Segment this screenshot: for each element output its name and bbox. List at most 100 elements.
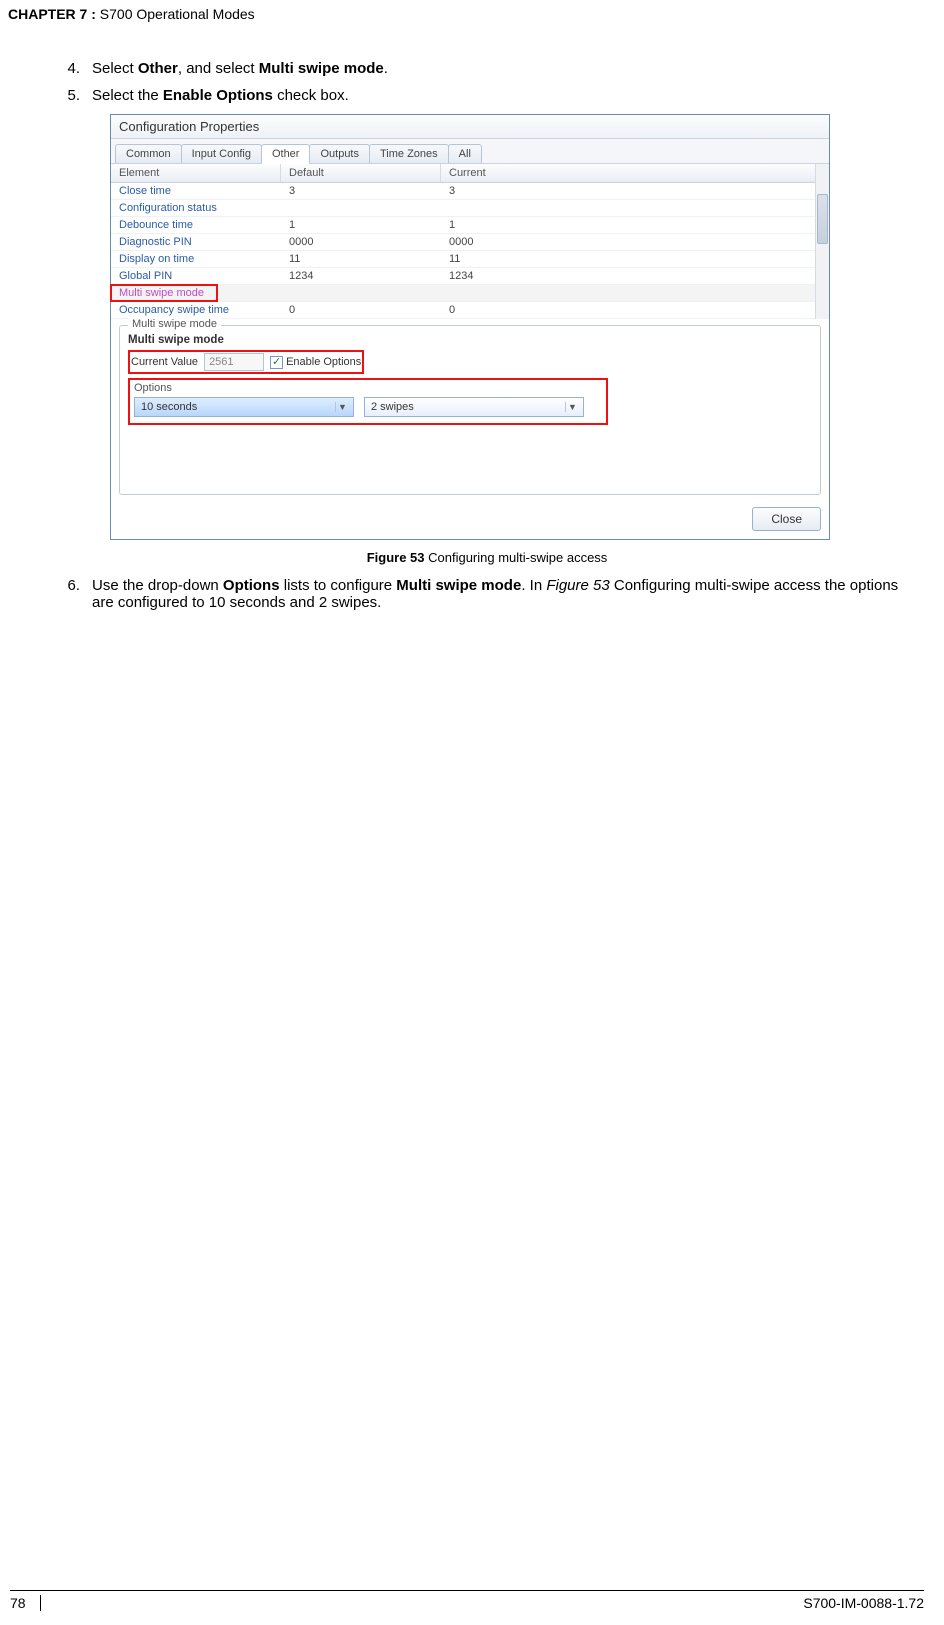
chapter-title: S700 Operational Modes: [96, 6, 255, 22]
options-legend: Options: [134, 382, 172, 394]
cell-default: 0: [281, 302, 441, 318]
options-row: 10 seconds ▼ 2 swipes ▼: [134, 397, 602, 417]
step-number: 5.: [60, 87, 92, 104]
page-header: CHAPTER 7 : S700 Operational Modes: [8, 6, 255, 22]
cell-current: 1234: [441, 268, 829, 284]
text-bold: Multi swipe mode: [259, 60, 384, 77]
step-text: Select the Enable Options check box.: [92, 87, 914, 104]
figure-caption: Figure 53 Configuring multi-swipe access: [60, 550, 914, 565]
cell-current: 0000: [441, 234, 829, 250]
cell-current: 0: [441, 302, 829, 318]
select-value: 2 swipes: [371, 401, 414, 413]
tab-time-zones[interactable]: Time Zones: [369, 144, 449, 163]
tab-outputs[interactable]: Outputs: [309, 144, 370, 163]
tab-common[interactable]: Common: [115, 144, 182, 163]
table-row[interactable]: Debounce time 1 1: [111, 217, 829, 234]
cell-element: Diagnostic PIN: [111, 234, 281, 250]
cell-default: 1234: [281, 268, 441, 284]
col-current[interactable]: Current: [441, 164, 829, 182]
option-swipes-select[interactable]: 2 swipes ▼: [364, 397, 584, 417]
cell-element: Display on time: [111, 251, 281, 267]
table-row[interactable]: Close time 3 3: [111, 183, 829, 200]
tab-input-config[interactable]: Input Config: [181, 144, 262, 163]
cell-current: [441, 200, 829, 216]
panel-legend: Multi swipe mode: [128, 318, 221, 330]
content: 4. Select Other, and select Multi swipe …: [60, 60, 914, 621]
cell-element: Occupancy swipe time: [111, 302, 281, 318]
table-row-selected[interactable]: Multi swipe mode: [111, 285, 829, 302]
scrollbar[interactable]: [815, 164, 829, 319]
text: Select: [92, 60, 138, 77]
col-default[interactable]: Default: [281, 164, 441, 182]
step-number: 6.: [60, 577, 92, 611]
cell-element: Debounce time: [111, 217, 281, 233]
text: , and select: [178, 60, 259, 77]
cell-element: Global PIN: [111, 268, 281, 284]
table-row[interactable]: Global PIN 1234 1234: [111, 268, 829, 285]
step-text: Select Other, and select Multi swipe mod…: [92, 60, 914, 77]
current-value-row: Current Value ✓ Enable Options: [131, 353, 361, 371]
window-footer: Close: [111, 501, 829, 539]
step-5: 5. Select the Enable Options check box.: [60, 87, 914, 104]
text: Select the: [92, 87, 163, 104]
text: check box.: [273, 87, 349, 104]
option-seconds-select[interactable]: 10 seconds ▼: [134, 397, 354, 417]
text: lists to configure: [280, 577, 397, 594]
figure-number: Figure 53: [367, 550, 425, 565]
enable-options-label: Enable Options: [286, 356, 361, 368]
chapter-label: CHAPTER 7 :: [8, 6, 96, 22]
config-properties-window: Configuration Properties Common Input Co…: [110, 114, 830, 540]
cell-default: 11: [281, 251, 441, 267]
cell-current: 3: [441, 183, 829, 199]
text-bold: Options: [223, 577, 280, 594]
current-value-label: Current Value: [131, 356, 198, 368]
highlight-box: Options 10 seconds ▼ 2 swipes ▼: [128, 378, 608, 425]
grid-header: Element Default Current: [111, 164, 829, 183]
enable-options-checkbox[interactable]: ✓ Enable Options: [270, 356, 361, 369]
checkbox-icon: ✓: [270, 356, 283, 369]
doc-id: S700-IM-0088-1.72: [803, 1595, 924, 1611]
text: .: [384, 60, 388, 77]
cell-element: Multi swipe mode: [111, 285, 281, 301]
multi-swipe-panel: Multi swipe mode Multi swipe mode Curren…: [119, 325, 821, 495]
text: Use the drop-down: [92, 577, 223, 594]
cell-default: 3: [281, 183, 441, 199]
scroll-thumb[interactable]: [817, 194, 828, 244]
close-button[interactable]: Close: [752, 507, 821, 531]
cell-default: 1: [281, 217, 441, 233]
tab-all[interactable]: All: [448, 144, 482, 163]
cell-current: [441, 285, 829, 301]
cell-current: 11: [441, 251, 829, 267]
text-bold: Other: [138, 60, 178, 77]
table-row[interactable]: Diagnostic PIN 0000 0000: [111, 234, 829, 251]
grid-body: Close time 3 3 Configuration status Debo…: [111, 183, 829, 319]
step-4: 4. Select Other, and select Multi swipe …: [60, 60, 914, 77]
select-value: 10 seconds: [141, 401, 197, 413]
cell-default: 0000: [281, 234, 441, 250]
table-row[interactable]: Occupancy swipe time 0 0: [111, 302, 829, 319]
cell-element: Configuration status: [111, 200, 281, 216]
properties-grid: Element Default Current Close time 3 3 C…: [111, 164, 829, 319]
page-number: 78: [10, 1595, 41, 1611]
step-text: Use the drop-down Options lists to confi…: [92, 577, 914, 611]
step-number: 4.: [60, 60, 92, 77]
figure-title: Configuring multi-swipe access: [425, 550, 608, 565]
current-value-input: [204, 353, 264, 371]
text: . In: [521, 577, 546, 594]
panel-title: Multi swipe mode: [128, 334, 812, 346]
step-6: 6. Use the drop-down Options lists to co…: [60, 577, 914, 611]
tab-bar: Common Input Config Other Outputs Time Z…: [111, 139, 829, 164]
tab-other[interactable]: Other: [261, 144, 311, 164]
table-row[interactable]: Configuration status: [111, 200, 829, 217]
table-row[interactable]: Display on time 11 11: [111, 251, 829, 268]
highlight-box: Current Value ✓ Enable Options: [128, 350, 364, 374]
window-title: Configuration Properties: [111, 115, 829, 139]
chevron-down-icon: ▼: [565, 402, 579, 412]
text-bold: Enable Options: [163, 87, 273, 104]
text-italic: Figure 53: [546, 577, 609, 594]
page-footer: 78 S700-IM-0088-1.72: [10, 1590, 924, 1611]
cell-default: [281, 285, 441, 301]
cell-default: [281, 200, 441, 216]
chevron-down-icon: ▼: [335, 402, 349, 412]
col-element[interactable]: Element: [111, 164, 281, 182]
